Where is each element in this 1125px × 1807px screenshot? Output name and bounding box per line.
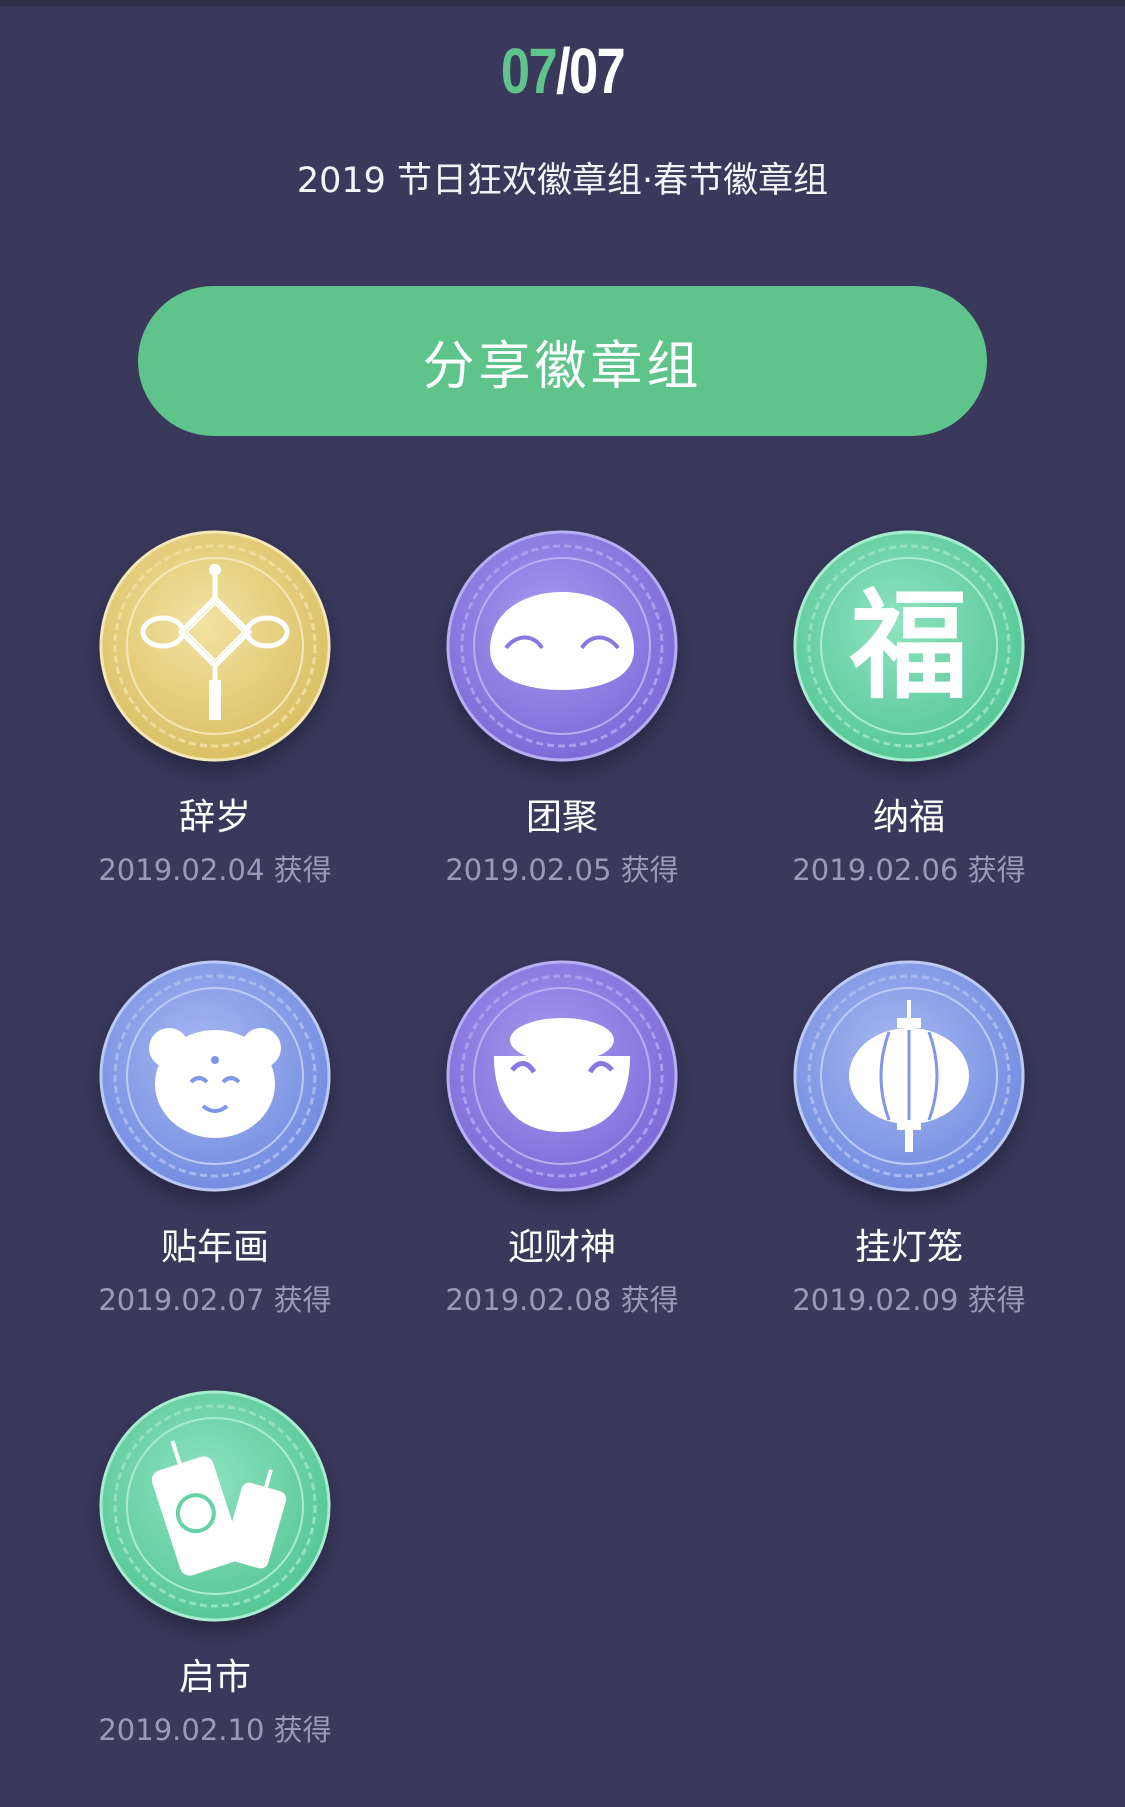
badge-coin: 福: [793, 530, 1025, 762]
badge-coin: [446, 960, 678, 1192]
badge-date: 2019.02.04 获得: [98, 853, 332, 887]
badge-coin: [99, 960, 331, 1192]
badge-date: 2019.02.08 获得: [445, 1283, 679, 1317]
badge-counter-separator: /: [556, 35, 571, 107]
badge-coin: [793, 960, 1025, 1192]
gold-ingot-icon: [494, 1018, 630, 1132]
badge-counter: 07/07: [101, 34, 1024, 108]
badge-name: 纳福: [872, 797, 945, 838]
badge-date: 2019.02.06 获得: [792, 853, 1026, 887]
badge-item[interactable]: 启市 2019.02.10 获得: [65, 1390, 365, 1746]
badge-coin: [446, 530, 678, 762]
badge-name: 挂灯笼: [854, 1227, 963, 1268]
share-badge-group-button[interactable]: 分享徽章组: [138, 286, 987, 436]
badge-name: 启市: [178, 1657, 251, 1698]
top-divider: [0, 0, 1125, 6]
badge-name: 贴年画: [160, 1227, 269, 1268]
badge-item[interactable]: 辞岁 2019.02.04 获得: [65, 530, 365, 886]
dumpling-icon: [490, 592, 634, 690]
badge-item[interactable]: 挂灯笼 2019.02.09 获得: [759, 960, 1059, 1316]
badge-coin: [99, 530, 331, 762]
new-year-doll-icon: [149, 1028, 281, 1138]
badge-name: 辞岁: [178, 797, 251, 838]
badge-date: 2019.02.05 获得: [445, 853, 679, 887]
badge-item[interactable]: 福 纳福 2019.02.06 获得: [759, 530, 1059, 886]
badge-counter-current: 07: [500, 35, 558, 107]
badge-counter-total: 07: [568, 35, 626, 107]
fu-character-icon: 福: [849, 576, 968, 715]
badge-date: 2019.02.10 获得: [98, 1713, 332, 1747]
badge-name: 团聚: [525, 797, 598, 838]
badge-date: 2019.02.07 获得: [98, 1283, 332, 1317]
badge-item[interactable]: 贴年画 2019.02.07 获得: [65, 960, 365, 1316]
badge-date: 2019.02.09 获得: [792, 1283, 1026, 1317]
badge-item[interactable]: 团聚 2019.02.05 获得: [412, 530, 712, 886]
badge-group-title: 2019 节日狂欢徽章组·春节徽章组: [296, 161, 829, 201]
firecracker-icon: [151, 1440, 287, 1576]
chinese-knot-icon: [140, 564, 290, 720]
badge-coin: [99, 1390, 331, 1622]
badge-item[interactable]: 迎财神 2019.02.08 获得: [412, 960, 712, 1316]
lantern-icon: [849, 1000, 969, 1152]
badge-name: 迎财神: [507, 1227, 616, 1268]
